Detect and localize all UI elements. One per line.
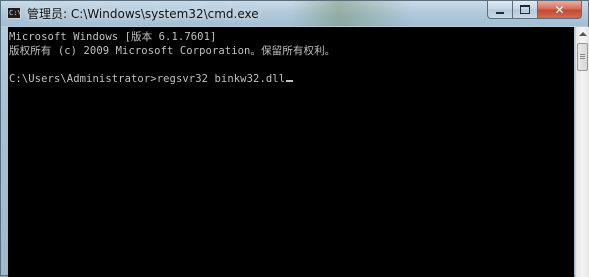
console-prompt-line[interactable]: C:\Users\Administrator>regsvr32 binkw32.…: [9, 72, 294, 86]
console-window: C:\ 管理员: C:\Windows\system32\cmd.exe ✕ M…: [0, 0, 589, 277]
console-prompt-command: C:\Users\Administrator>regsvr32 binkw32.…: [9, 73, 286, 85]
vertical-scrollbar[interactable]: [575, 27, 589, 277]
console-line-copyright: 版权所有 (c) 2009 Microsoft Corporation。保留所有…: [9, 45, 336, 57]
thumb-grip-line: [580, 54, 585, 55]
close-icon: ✕: [554, 2, 565, 17]
scroll-up-arrow-icon: [578, 32, 587, 36]
close-button[interactable]: ✕: [538, 1, 582, 19]
scrollbar-thumb[interactable]: [577, 43, 588, 71]
window-title: 管理员: C:\Windows\system32\cmd.exe: [27, 7, 259, 21]
caption-buttons: ✕: [487, 1, 582, 19]
minimize-button[interactable]: [487, 1, 513, 19]
title-bar[interactable]: C:\ 管理员: C:\Windows\system32\cmd.exe ✕: [1, 1, 588, 26]
maximize-icon: [520, 5, 530, 14]
maximize-button[interactable]: [513, 1, 538, 19]
scroll-up-button[interactable]: [576, 27, 589, 41]
thumb-grip-line: [580, 58, 585, 59]
cmd-icon[interactable]: C:\: [7, 7, 22, 19]
console-output[interactable]: Microsoft Windows [版本 6.1.7601] 版权所有 (c)…: [8, 27, 574, 277]
text-cursor: [286, 80, 294, 82]
thumb-grip-line: [580, 56, 585, 57]
minimize-icon: [496, 11, 504, 14]
console-line-version: Microsoft Windows [版本 6.1.7601]: [9, 31, 217, 43]
title-bar-glow: [291, 1, 411, 26]
